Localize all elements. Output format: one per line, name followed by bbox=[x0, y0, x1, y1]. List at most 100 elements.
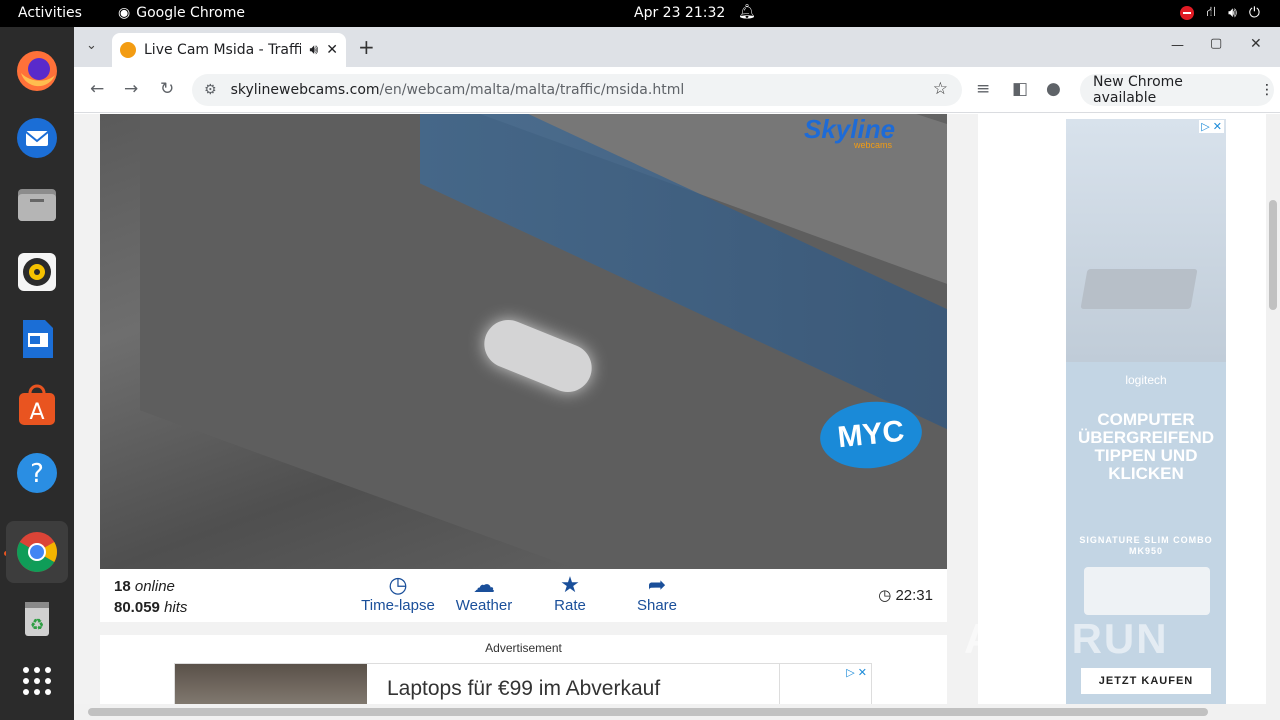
weather-button[interactable]: ☁ Weather bbox=[454, 572, 514, 615]
forward-arrow-icon[interactable]: → bbox=[124, 79, 138, 99]
vertical-scrollbar-thumb[interactable] bbox=[1269, 200, 1277, 310]
rate-button[interactable]: ★ Rate bbox=[549, 572, 591, 615]
active-tab[interactable]: Live Cam Msida - Traffi 🔊︎ ✕ bbox=[112, 33, 346, 67]
browser-toolbar: ← → ↻ ⚙ skylinewebcams.com/en/webcam/mal… bbox=[74, 67, 1280, 113]
side-ad-cta-button[interactable]: JETZT KAUFEN bbox=[1081, 668, 1211, 694]
clock[interactable]: Apr 23 21:32 bbox=[634, 5, 725, 21]
weather-icon: ☁ bbox=[473, 572, 495, 597]
activities-button[interactable]: Activities bbox=[18, 5, 82, 21]
svg-text:♻: ♻ bbox=[30, 615, 44, 634]
star-icon: ★ bbox=[560, 572, 580, 597]
side-ad-headline: COMPUTER ÜBERGREIFEND TIPPEN UND KLICKEN bbox=[1077, 410, 1214, 483]
recording-indicator-icon[interactable] bbox=[1180, 6, 1195, 20]
app-center-launcher[interactable]: A bbox=[13, 382, 61, 430]
clock-icon: ◷ bbox=[878, 587, 892, 604]
chrome-update-chip[interactable]: New Chrome available ⋮ bbox=[1080, 74, 1274, 106]
minimize-button[interactable]: — bbox=[1171, 38, 1184, 53]
vertical-scrollbar[interactable] bbox=[1266, 114, 1280, 704]
notification-bell-icon[interactable]: 🔔︎ bbox=[738, 4, 756, 20]
ad-banner[interactable]: Laptops für €99 im Abverkauf ▷ ✕ bbox=[174, 663, 872, 704]
new-tab-button[interactable]: + bbox=[358, 35, 375, 59]
timelapse-icon: ◷ bbox=[388, 572, 408, 597]
rate-label: Rate bbox=[554, 597, 586, 614]
media-control-icon[interactable]: ≡ bbox=[976, 79, 990, 99]
chrome-small-icon: ◉ bbox=[118, 5, 131, 21]
side-ad-brand: logitech bbox=[1125, 373, 1167, 387]
horizontal-scrollbar[interactable] bbox=[74, 704, 1280, 720]
hits-label: hits bbox=[164, 599, 188, 616]
site-info-icon[interactable]: ⚙ bbox=[204, 82, 217, 98]
system-tray[interactable]: ⛙ 🔊︎ ⏻ bbox=[1180, 4, 1260, 22]
side-panel-icon[interactable]: ◧ bbox=[1012, 79, 1028, 99]
firefox-icon bbox=[17, 51, 57, 91]
files-icon bbox=[18, 189, 56, 221]
adchoices-icon[interactable]: ▷ ✕ bbox=[846, 666, 867, 679]
firefox-launcher[interactable] bbox=[13, 47, 61, 95]
maximize-button[interactable]: ▢ bbox=[1210, 36, 1222, 51]
online-label: online bbox=[134, 578, 175, 595]
chrome-icon bbox=[17, 532, 57, 572]
system-top-bar: Activities ◉ Google Chrome Apr 23 21:32 … bbox=[0, 0, 1280, 27]
app-menu[interactable]: ◉ Google Chrome bbox=[118, 5, 245, 21]
chrome-launcher[interactable] bbox=[6, 521, 68, 583]
back-arrow-icon[interactable]: ← bbox=[90, 79, 104, 99]
ad-image bbox=[175, 664, 367, 704]
side-adchoices-icon[interactable]: ▷ ✕ bbox=[1199, 120, 1224, 133]
app-center-icon: A bbox=[19, 384, 55, 425]
dock: A ? ♻ bbox=[0, 27, 74, 720]
hits-count: 80.059 bbox=[114, 599, 160, 616]
viewer-stats: 18 online 80.059 hits bbox=[114, 576, 187, 618]
advertisement-label: Advertisement bbox=[485, 641, 562, 655]
writer-launcher[interactable] bbox=[13, 315, 61, 363]
thunderbird-launcher[interactable] bbox=[13, 114, 61, 162]
help-launcher[interactable]: ? bbox=[13, 449, 61, 497]
skyline-logo: Skyline bbox=[804, 114, 896, 144]
close-window-button[interactable]: ✕ bbox=[1250, 36, 1262, 52]
advertisement-section: Advertisement Laptops für €99 im Abverka… bbox=[100, 635, 947, 704]
share-icon: ➦ bbox=[647, 572, 667, 597]
files-launcher[interactable] bbox=[13, 181, 61, 229]
tab-audio-icon[interactable]: 🔊︎ bbox=[309, 42, 318, 58]
trash-launcher[interactable]: ♻ bbox=[13, 594, 61, 642]
tab-title: Live Cam Msida - Traffi bbox=[144, 42, 302, 58]
tab-search-chevron-icon[interactable]: ⌄ bbox=[86, 38, 97, 53]
tab-close-icon[interactable]: ✕ bbox=[326, 42, 338, 58]
side-ad-product: SIGNATURE SLIM COMBO MK950 bbox=[1079, 535, 1213, 556]
menu-kebab-icon[interactable]: ⋮ bbox=[1260, 82, 1274, 98]
horizontal-scrollbar-thumb[interactable] bbox=[88, 708, 1208, 716]
favicon-icon bbox=[120, 42, 136, 58]
address-bar[interactable]: ⚙ skylinewebcams.com/en/webcam/malta/mal… bbox=[192, 74, 962, 106]
writer-icon bbox=[23, 320, 53, 358]
reload-icon[interactable]: ↻ bbox=[160, 79, 174, 99]
svg-text:A: A bbox=[29, 400, 44, 425]
bookmark-star-icon[interactable]: ☆ bbox=[933, 79, 948, 99]
update-chip-label: New Chrome available bbox=[1093, 74, 1183, 106]
online-count: 18 bbox=[114, 578, 131, 595]
timelapse-label: Time-lapse bbox=[361, 597, 435, 614]
side-ad-photo bbox=[1066, 119, 1226, 362]
url-path: /en/webcam/malta/malta/traffic/msida.htm… bbox=[379, 82, 685, 98]
show-apps-button[interactable] bbox=[13, 657, 61, 705]
help-icon: ? bbox=[17, 453, 57, 493]
rhythmbox-launcher[interactable] bbox=[13, 248, 61, 296]
svg-text:?: ? bbox=[30, 459, 44, 489]
grid-icon bbox=[23, 667, 51, 695]
webcam-info-bar: 18 online 80.059 hits ◷ Time-lapse ☁ Wea… bbox=[100, 569, 947, 622]
webcam-local-time: ◷ 22:31 bbox=[878, 586, 933, 604]
volume-icon[interactable]: 🔊︎ bbox=[1228, 5, 1237, 21]
network-icon[interactable]: ⛙ bbox=[1206, 4, 1216, 22]
tab-strip: ⌄ Live Cam Msida - Traffi 🔊︎ ✕ + — ▢ ✕ bbox=[74, 27, 1280, 67]
side-ad-keyboard-image bbox=[1084, 567, 1210, 615]
time-value: 22:31 bbox=[895, 587, 933, 604]
anyrun-watermark: ANY RUN bbox=[964, 615, 1169, 662]
share-button[interactable]: ➦ Share bbox=[634, 572, 680, 615]
webcam-video[interactable]: Skyline webcams MYC bbox=[100, 114, 947, 569]
url-domain: skylinewebcams.com bbox=[230, 82, 380, 98]
power-icon[interactable]: ⏻ bbox=[1249, 5, 1260, 21]
profile-icon[interactable]: ● bbox=[1046, 79, 1061, 99]
skyline-logo-sub: webcams bbox=[854, 140, 893, 150]
timelapse-button[interactable]: ◷ Time-lapse bbox=[361, 572, 435, 615]
app-name: Google Chrome bbox=[136, 5, 245, 21]
trash-icon: ♻ bbox=[25, 602, 49, 636]
share-label: Share bbox=[636, 597, 678, 614]
